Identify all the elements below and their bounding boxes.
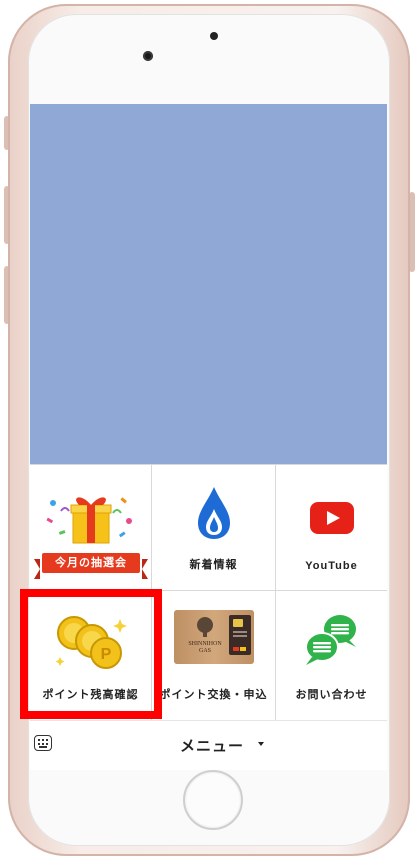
tile-point-exchange[interactable]: SHINNIHON GAS ポイント交換・申込 (152, 591, 276, 721)
menu-toggle-label[interactable]: メニュー (180, 735, 244, 756)
tile-contact-label: お問い合わせ (295, 689, 368, 701)
keyboard-icon[interactable] (34, 735, 52, 751)
youtube-play-icon (309, 502, 354, 534)
lottery-ribbon-label: 今月の抽選会 (34, 553, 148, 579)
chat-bubbles-icon (304, 615, 356, 665)
point-card-icon: SHINNIHON GAS (173, 610, 254, 664)
front-camera (143, 51, 153, 61)
tile-news-label: 新着情報 (189, 559, 238, 571)
tile-news[interactable]: 新着情報 (152, 465, 276, 591)
tile-lottery[interactable]: 今月の抽選会 (30, 465, 152, 591)
banner-image[interactable] (30, 104, 387, 464)
tile-youtube[interactable]: YouTube (276, 465, 387, 591)
svg-text:P: P (100, 646, 111, 663)
screenshot-stage: 今月の抽選会 新着情報 YouTube P ポイント残高確認 SHINNIHON… (0, 0, 419, 860)
tile-youtube-label: YouTube (305, 560, 358, 572)
menu-bar: メニュー (30, 720, 387, 770)
home-button[interactable] (183, 770, 243, 830)
card-brand-line1: SHINNIHON (188, 641, 222, 647)
tile-points-balance[interactable]: P ポイント残高確認 (30, 591, 152, 721)
tile-contact[interactable]: お問い合わせ (276, 591, 387, 721)
coins-icon: P (55, 616, 127, 669)
tile-points-balance-label: ポイント残高確認 (42, 689, 139, 701)
gift-icon (45, 497, 132, 544)
rich-menu-grid: 今月の抽選会 新着情報 YouTube P ポイント残高確認 SHINNIHON… (30, 464, 387, 721)
phone-screen: 今月の抽選会 新着情報 YouTube P ポイント残高確認 SHINNIHON… (30, 104, 387, 770)
front-sensor (210, 32, 218, 40)
tile-point-exchange-label: ポイント交換・申込 (159, 689, 268, 701)
caret-down-icon[interactable] (258, 742, 264, 746)
card-brand-line2: GAS (198, 648, 210, 654)
water-drop-icon (197, 487, 230, 539)
